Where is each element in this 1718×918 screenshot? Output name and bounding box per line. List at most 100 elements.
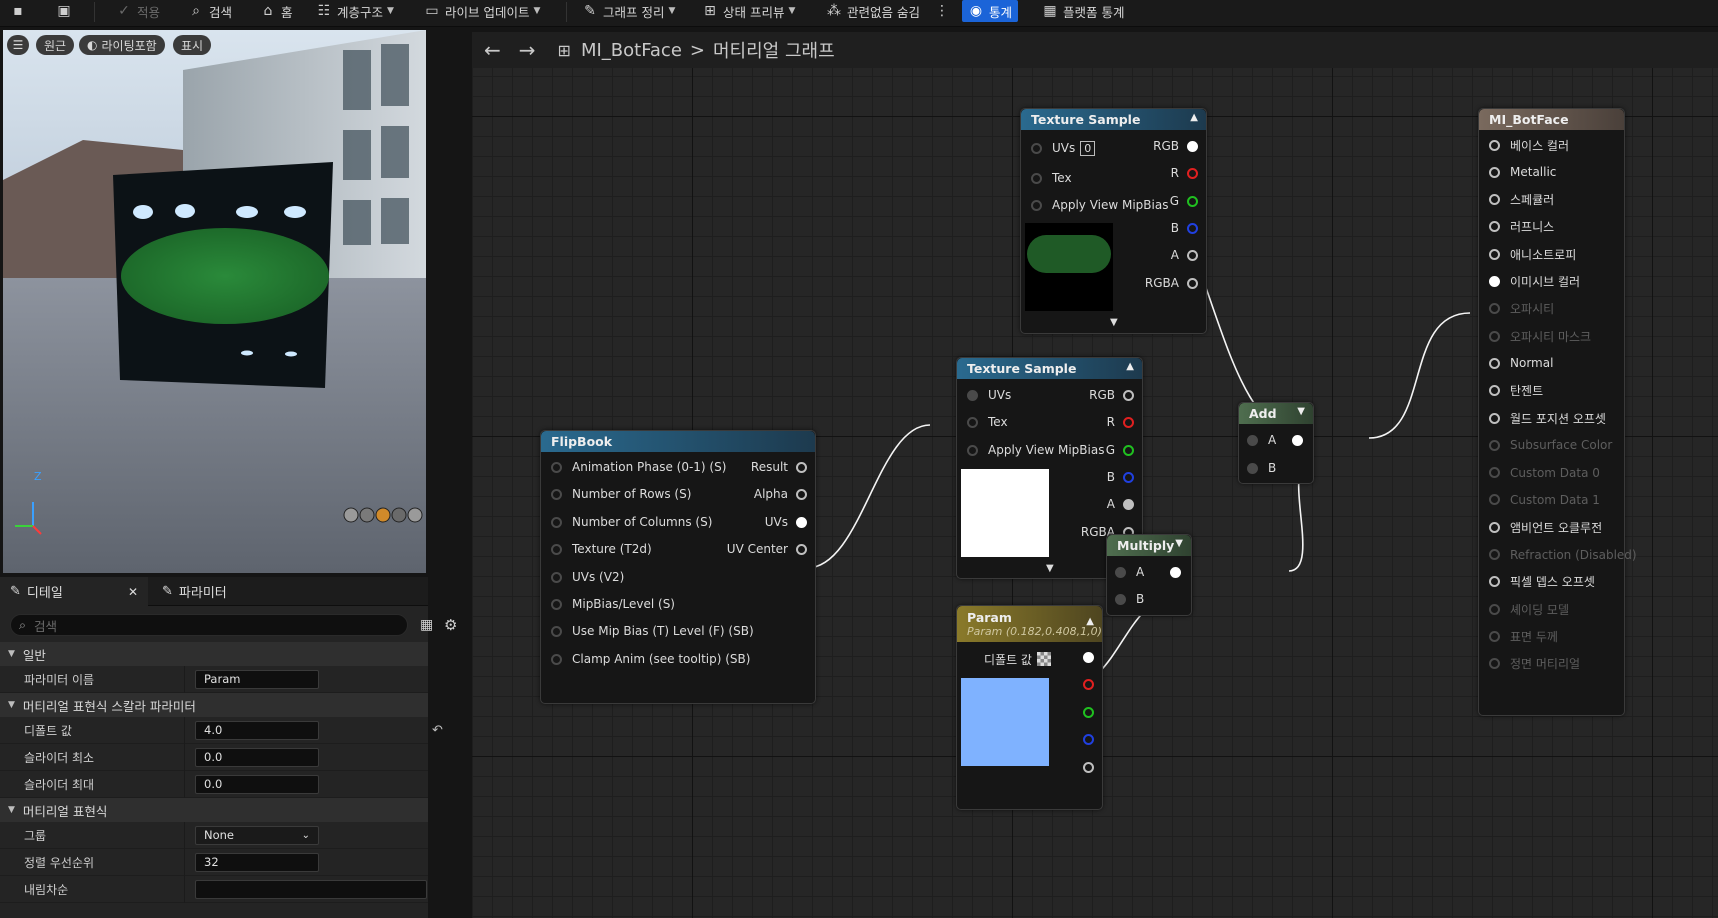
home-button[interactable]: ⌂ 홈: [260, 0, 293, 22]
table-view-icon[interactable]: ▦: [420, 617, 433, 633]
pin-tex[interactable]: Tex: [967, 414, 1008, 430]
search-button[interactable]: ⌕ 검색: [188, 0, 232, 22]
pin-clamp-anim[interactable]: Clamp Anim (see tooltip) (SB): [551, 651, 750, 667]
section-general[interactable]: ▼ 일반: [0, 642, 428, 666]
pin-result[interactable]: Result: [751, 459, 807, 475]
preview-viewport[interactable]: ☰ 원근 ◐ 라이팅포함 표시 Z: [3, 30, 426, 573]
pin-apply-view-mipbias[interactable]: Apply View MipBias: [967, 442, 1104, 458]
node-flipbook[interactable]: FlipBook Animation Phase (0-1) (S) Numbe…: [540, 430, 816, 704]
result-pin[interactable]: 애니소트로피: [1489, 246, 1576, 262]
apply-button[interactable]: ✓ 적용: [116, 0, 160, 22]
pin-rgb[interactable]: RGB: [1089, 387, 1134, 403]
node-multiply[interactable]: Multiply ▼ A B: [1106, 534, 1192, 616]
node-param[interactable]: Param Param (0.182,0.408,1,0) ▲ 디폴트 값: [956, 605, 1103, 810]
pin-g[interactable]: [1075, 704, 1094, 720]
node-material-result[interactable]: MI_BotFace 베이스 컬러 Metallic 스페큘러 러프니스 애니소트로피 이…: [1478, 108, 1637, 716]
pin-b[interactable]: B: [1171, 220, 1198, 236]
pin-b[interactable]: B: [1115, 591, 1144, 607]
uv-index-field[interactable]: 0: [1080, 140, 1096, 156]
hierarchy-button[interactable]: ☷ 계층구조 ▼: [316, 0, 394, 22]
collapse-icon[interactable]: ▲: [1126, 361, 1134, 372]
pin-output[interactable]: [1162, 564, 1181, 580]
result-pin[interactable]: Custom Data 1: [1489, 492, 1600, 508]
result-pin[interactable]: 정면 머티리얼: [1489, 656, 1580, 672]
pin-r[interactable]: R: [1171, 165, 1198, 181]
clean-graph-button[interactable]: ✎ 그래프 정리 ▼: [582, 0, 675, 22]
descending-field[interactable]: [195, 879, 427, 899]
pin-g[interactable]: G: [1170, 193, 1198, 209]
result-pin[interactable]: Metallic: [1489, 164, 1556, 180]
pin-a[interactable]: A: [1107, 496, 1134, 512]
more-options-button[interactable]: ⋮: [934, 0, 955, 22]
pin-output[interactable]: [1284, 432, 1303, 448]
pin-number-of-rows[interactable]: Number of Rows (S): [551, 486, 691, 502]
pin-uv-center[interactable]: UV Center: [727, 541, 807, 557]
pin-mipbias-level[interactable]: MipBias/Level (S): [551, 596, 675, 612]
pin-animation-phase[interactable]: Animation Phase (0-1) (S): [551, 459, 726, 475]
chevron-down-icon[interactable]: ▼: [1110, 317, 1118, 328]
pin-uvs-out[interactable]: UVs: [765, 514, 807, 530]
browse-button[interactable]: ▣: [56, 0, 77, 22]
live-update-button[interactable]: ▭ 라이브 업데이트 ▼: [424, 0, 540, 22]
pin-a[interactable]: [1075, 759, 1094, 775]
close-icon[interactable]: ✕: [128, 585, 138, 599]
perspective-button[interactable]: 원근: [36, 35, 75, 55]
result-pin[interactable]: Subsurface Color: [1489, 437, 1612, 453]
pin-texture[interactable]: Texture (T2d): [551, 541, 652, 557]
pin-apply-view-mipbias[interactable]: Apply View MipBias: [1031, 197, 1168, 213]
pin-b[interactable]: B: [1107, 469, 1134, 485]
result-pin[interactable]: 앰비언트 오클루전: [1489, 519, 1602, 535]
chevron-down-icon[interactable]: ▼: [1046, 563, 1054, 574]
chevron-down-icon[interactable]: ▼: [1175, 538, 1183, 549]
result-pin[interactable]: 탄젠트: [1489, 383, 1543, 399]
pin-rgb[interactable]: [1075, 649, 1094, 665]
pin-use-mip-bias[interactable]: Use Mip Bias (T) Level (F) (SB): [551, 623, 754, 639]
result-pin[interactable]: 오파시티 마스크: [1489, 328, 1591, 344]
pin-r[interactable]: [1075, 676, 1094, 692]
collapse-icon[interactable]: ▲: [1190, 112, 1198, 123]
chevron-down-icon[interactable]: ▼: [1297, 406, 1305, 417]
pin-uvs[interactable]: UVs 0: [1031, 140, 1096, 156]
result-pin[interactable]: Normal: [1489, 355, 1553, 371]
pin-r[interactable]: R: [1107, 414, 1134, 430]
slider-max-field[interactable]: 0.0: [195, 774, 319, 794]
save-button[interactable]: ▪: [10, 0, 31, 22]
show-button[interactable]: 표시: [173, 35, 212, 55]
pin-a[interactable]: A: [1115, 564, 1144, 580]
result-pin[interactable]: 월드 포지션 오프셋: [1489, 410, 1606, 426]
lighting-button[interactable]: ◐ 라이팅포함: [79, 35, 165, 55]
parameter-name-field[interactable]: Param: [195, 669, 319, 689]
default-value-field[interactable]: 4.0: [195, 720, 319, 740]
section-expression[interactable]: ▼ 머티리얼 표현식: [0, 798, 428, 822]
pin-g[interactable]: G: [1106, 442, 1134, 458]
result-pin[interactable]: 베이스 컬러: [1489, 137, 1569, 153]
group-dropdown[interactable]: None ⌄: [195, 825, 319, 845]
pin-tex[interactable]: Tex: [1031, 170, 1072, 186]
collapse-icon[interactable]: ▲: [1086, 616, 1094, 627]
pin-rgba[interactable]: RGBA: [1145, 275, 1198, 291]
platform-stats-button[interactable]: ▦ 플랫폼 통계: [1042, 0, 1124, 22]
details-search-input[interactable]: ⌕ 검색: [10, 614, 408, 636]
hide-unrelated-button[interactable]: ⁂ 관련없음 숨김: [826, 0, 920, 22]
pin-b[interactable]: [1075, 731, 1094, 747]
pin-number-of-columns[interactable]: Number of Columns (S): [551, 514, 712, 530]
result-pin[interactable]: 픽셀 뎁스 오프셋: [1489, 574, 1595, 590]
tab-parameters[interactable]: ✎ 파라미터: [152, 577, 227, 606]
pin-a[interactable]: A: [1171, 247, 1198, 263]
result-pin[interactable]: Refraction (Disabled): [1489, 547, 1637, 563]
reset-icon[interactable]: ↶: [432, 723, 443, 738]
result-pin[interactable]: 셰이딩 모델: [1489, 601, 1569, 617]
pin-a[interactable]: A: [1247, 432, 1276, 448]
result-pin[interactable]: 오파시티: [1489, 301, 1554, 317]
pin-alpha[interactable]: Alpha: [754, 486, 807, 502]
section-scalar-parameter[interactable]: ▼ 머티리얼 표현식 스칼라 파라미터: [0, 693, 428, 717]
result-pin[interactable]: 스페큘러: [1489, 192, 1554, 208]
pin-uvs-v2[interactable]: UVs (V2): [551, 569, 624, 585]
pin-uvs[interactable]: UVs: [967, 387, 1011, 403]
viewport-menu-button[interactable]: ☰: [7, 35, 29, 55]
stats-button[interactable]: ◉ 통계: [962, 0, 1019, 22]
result-pin[interactable]: 러프니스: [1489, 219, 1554, 235]
node-add[interactable]: Add ▼ A B: [1238, 402, 1314, 484]
pin-b[interactable]: B: [1247, 460, 1276, 476]
node-texture-sample-1[interactable]: Texture Sample ▲ UVs 0 Tex Apply View Mip…: [1020, 108, 1207, 334]
